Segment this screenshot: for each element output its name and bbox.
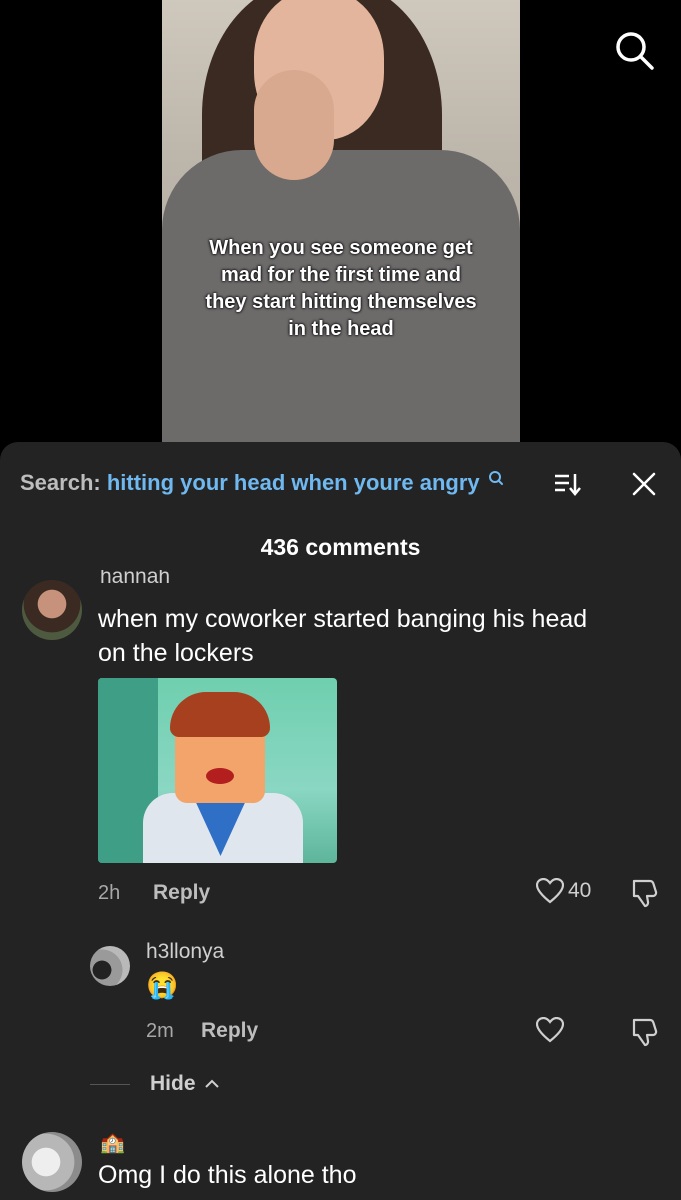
- gif-mouth: [206, 768, 234, 784]
- comment-emoji: 😭: [146, 970, 179, 1000]
- comment-text-line: on the lockers: [98, 639, 254, 667]
- search-small-icon: [488, 471, 503, 485]
- dislike-icon[interactable]: [630, 1017, 658, 1047]
- dislike-icon[interactable]: [630, 878, 658, 908]
- avatar[interactable]: [90, 946, 130, 986]
- comment-search-link[interactable]: Search: hitting your head when youre ang…: [20, 470, 504, 496]
- hide-replies-button[interactable]: Hide: [150, 1072, 220, 1096]
- caption-line: they start hitting themselves: [205, 291, 477, 313]
- comment-username[interactable]: h3llonya: [146, 940, 224, 964]
- comment-text: when my coworker started banging his hea…: [98, 602, 587, 670]
- search-prefix: Search:: [20, 470, 101, 495]
- hide-label: Hide: [150, 1072, 196, 1095]
- video-caption: When you see someone get mad for the fir…: [162, 235, 520, 343]
- caption-line: in the head: [288, 318, 394, 340]
- avatar[interactable]: [22, 580, 82, 640]
- video-player[interactable]: When you see someone get mad for the fir…: [0, 0, 681, 445]
- like-button[interactable]: 40: [536, 878, 591, 904]
- heart-icon: [536, 878, 564, 904]
- reply-button[interactable]: Reply: [201, 1019, 258, 1043]
- like-count: 40: [568, 879, 592, 902]
- heart-icon: [536, 1017, 564, 1043]
- caption-line: mad for the first time and: [220, 264, 462, 286]
- comment-text-line: when my coworker started banging his hea…: [98, 605, 588, 633]
- reply-button[interactable]: Reply: [153, 881, 210, 905]
- search-query[interactable]: hitting your head when youre angry: [107, 470, 480, 495]
- comment-username[interactable]: hannah: [100, 570, 170, 590]
- comment-time: 2h: [98, 882, 121, 904]
- avatar[interactable]: [22, 1132, 82, 1192]
- search-icon[interactable]: [612, 28, 656, 72]
- username-emoji[interactable]: 🏫: [100, 1130, 125, 1155]
- chevron-up-icon: [205, 1079, 220, 1088]
- comment-text: Omg I do this alone tho: [98, 1161, 357, 1189]
- close-icon[interactable]: [630, 470, 658, 498]
- gif-hair: [170, 692, 270, 737]
- video-person-hand: [254, 70, 334, 180]
- video-frame[interactable]: When you see someone get mad for the fir…: [162, 0, 520, 445]
- hide-divider: [90, 1084, 130, 1085]
- comments-sheet: Search: hitting your head when youre ang…: [0, 442, 681, 1200]
- comment-gif-image[interactable]: [98, 678, 337, 863]
- caption-line: When you see someone get: [209, 237, 473, 259]
- comment-time: 2m: [146, 1020, 174, 1042]
- like-button[interactable]: [536, 1017, 564, 1043]
- comment-count: 436 comments: [260, 534, 421, 560]
- sort-icon[interactable]: [553, 470, 581, 498]
